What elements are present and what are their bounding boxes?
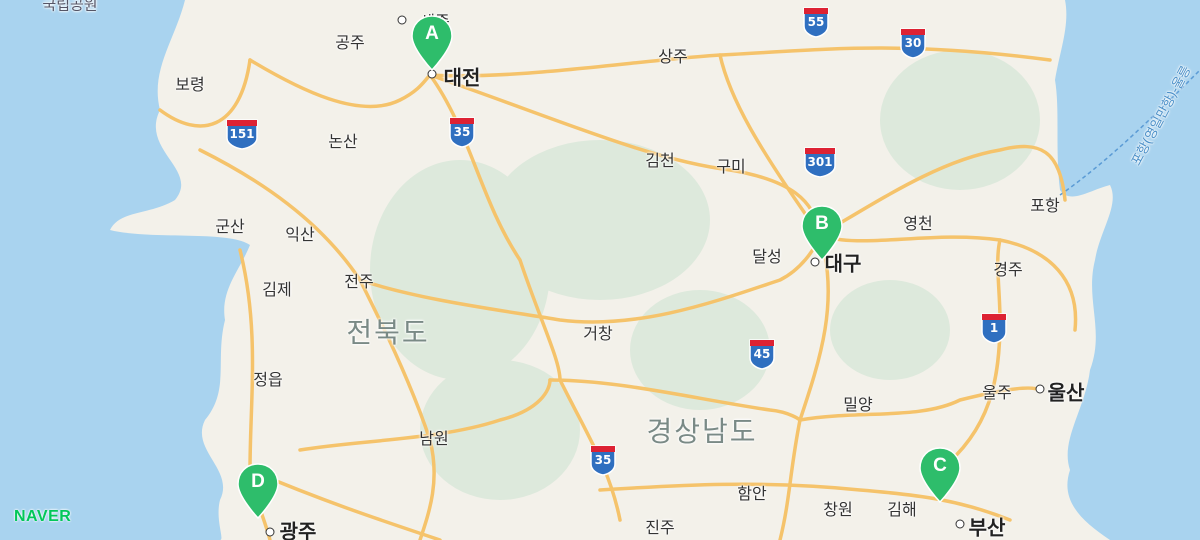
place-label[interactable]: 익산 [285, 221, 314, 245]
place-label[interactable]: 김천 [645, 147, 674, 171]
highway-35-shield: 35 [448, 116, 476, 152]
highway-label: 35 [594, 453, 612, 467]
place-label[interactable]: 거창 [583, 320, 612, 344]
place-label[interactable]: 진주 [645, 514, 674, 538]
highway-1-shield: 1 [980, 312, 1008, 348]
highway-label: 151 [229, 127, 255, 141]
place-label[interactable]: 달성 [752, 243, 781, 267]
province-label: 전북도 [346, 316, 430, 349]
marker-letter: D [251, 471, 265, 492]
naver-logo: NAVER [14, 508, 72, 525]
highway-label: 30 [904, 36, 922, 50]
place-label[interactable]: 국립공원 [42, 0, 97, 15]
highway-45-shield: 45 [748, 338, 776, 374]
place-label[interactable]: 울산 [1048, 377, 1085, 406]
place-label[interactable]: 남원 [419, 425, 448, 449]
city-dot-sejong [397, 15, 407, 25]
highway-151-shield: 151 [225, 118, 259, 154]
highway-label: 1 [989, 321, 999, 335]
province-label: 경상남도 [646, 415, 758, 448]
place-label[interactable]: 김제 [262, 276, 291, 300]
map-view[interactable]: 55 30 151 35 301 45 1 35 대전 세종 공주 보령 논산 … [0, 0, 1200, 540]
place-label[interactable]: 보령 [175, 71, 204, 95]
place-label[interactable]: 구미 [716, 153, 745, 177]
place-label[interactable]: 상주 [658, 43, 687, 67]
marker-a[interactable]: A [409, 14, 455, 72]
marker-b[interactable]: B [799, 204, 845, 262]
city-dot-gwangju [265, 527, 275, 537]
highway-55-shield: 55 [802, 6, 830, 42]
city-dot-busan [955, 519, 965, 529]
marker-d[interactable]: D [235, 462, 281, 520]
place-label[interactable]: 공주 [335, 29, 364, 53]
place-label[interactable]: 함안 [737, 480, 766, 504]
highway-label: 301 [807, 155, 833, 169]
place-label[interactable]: 광주 [280, 516, 317, 540]
place-label[interactable]: 김해 [887, 496, 916, 520]
place-label[interactable]: 전주 [344, 268, 373, 292]
place-label[interactable]: 논산 [328, 128, 357, 152]
place-label[interactable]: 군산 [215, 213, 244, 237]
place-label[interactable]: 경주 [993, 256, 1022, 280]
place-label[interactable]: 밀양 [843, 391, 872, 415]
marker-letter: B [815, 213, 829, 234]
highway-label: 45 [753, 347, 771, 361]
marker-c[interactable]: C [917, 446, 963, 504]
highway-35-south-shield: 35 [589, 444, 617, 480]
highway-label: 35 [453, 125, 471, 139]
marker-letter: A [425, 23, 439, 44]
place-label[interactable]: 영천 [903, 210, 932, 234]
place-label[interactable]: 울주 [982, 379, 1011, 403]
place-label[interactable]: 포항 [1030, 192, 1059, 216]
city-dot-ulsan [1035, 384, 1045, 394]
highway-301-shield: 301 [803, 146, 837, 182]
place-label[interactable]: 정읍 [253, 366, 282, 390]
place-label[interactable]: 창원 [823, 496, 852, 520]
highway-label: 55 [807, 15, 825, 29]
highway-30-shield: 30 [899, 27, 927, 63]
marker-letter: C [933, 455, 947, 476]
place-label[interactable]: 부산 [969, 512, 1006, 540]
